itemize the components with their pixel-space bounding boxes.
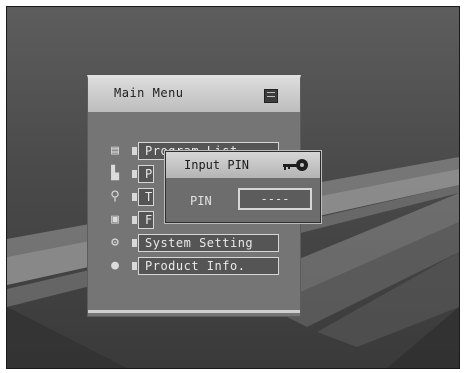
pin-dialog-title: Input PIN xyxy=(184,158,250,172)
row-pointer xyxy=(132,170,137,178)
row-pointer xyxy=(132,216,137,224)
gear-icon: ⚙ xyxy=(111,235,119,250)
search-icon: ⚲ xyxy=(110,189,120,204)
tv-icon: ▣ xyxy=(111,212,119,227)
row-pointer xyxy=(132,193,137,201)
menu-item-label: Product Info. xyxy=(138,257,279,275)
row-pointer xyxy=(132,147,137,155)
list-icon: ▤ xyxy=(111,143,119,158)
main-menu-header: Main Menu xyxy=(88,78,300,112)
key-icon xyxy=(283,159,308,171)
menu-item-label: System Setting xyxy=(138,234,279,252)
tv-screen: Main Menu ▤ Program List ▙ P ⚲ T ▣ F ⚙ S… xyxy=(6,6,460,369)
info-icon: ● xyxy=(111,258,119,273)
menu-item-label: T xyxy=(138,188,154,206)
pin-input[interactable]: ---- xyxy=(238,188,312,210)
pin-dialog-header: Input PIN xyxy=(166,152,320,178)
pin-dialog: Input PIN PIN ---- xyxy=(165,151,321,223)
main-menu-bottom-bar xyxy=(88,310,300,313)
folder-icon: ▙ xyxy=(111,166,119,181)
main-menu-title: Main Menu xyxy=(114,86,184,100)
pin-label: PIN xyxy=(190,194,212,208)
menu-item-label: F xyxy=(138,211,154,229)
row-pointer xyxy=(132,262,137,270)
menu-icon xyxy=(264,89,278,103)
row-pointer xyxy=(132,239,137,247)
menu-item-label: P xyxy=(138,165,154,183)
